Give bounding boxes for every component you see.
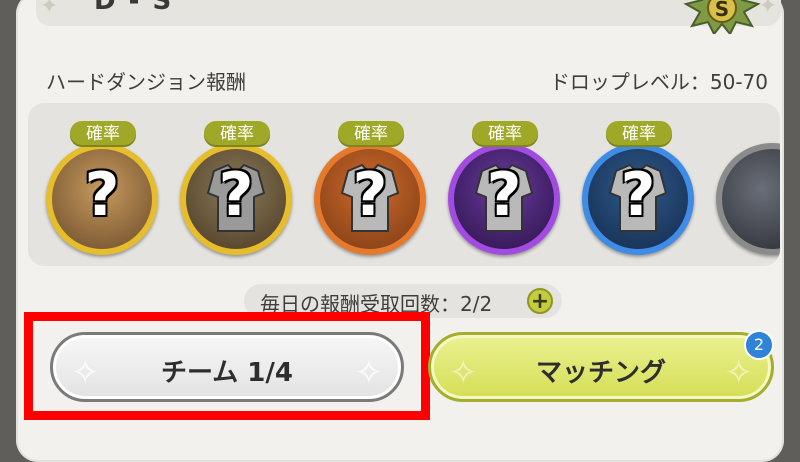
rank-range: D - S — [94, 0, 174, 16]
rank-bar: ✦ D - S ✦ — [36, 0, 781, 26]
probability-tag: 確率 — [70, 121, 136, 147]
probability-tag: 確率 — [472, 121, 538, 147]
probability-tag: 確率 — [204, 121, 270, 147]
reward-item[interactable]: ? 確率 — [580, 121, 700, 255]
unknown-question-icon: ? — [352, 159, 388, 230]
matching-button-label: マッチング — [535, 358, 666, 388]
reward-item[interactable]: ? 確率 — [312, 121, 432, 255]
reward-list: ? 確率 ? 確率 ? 確率 ? 確率 ? 確率 — [28, 103, 780, 266]
probability-tag: 確率 — [606, 121, 672, 147]
rank-badge-letter: S — [715, 0, 729, 21]
rank-s-badge-icon: S — [683, 0, 761, 34]
reward-item[interactable]: ? 確率 — [446, 121, 566, 255]
reward-item-frame: ? — [46, 143, 158, 255]
matching-button[interactable]: ✧ マッチング ✧ — [428, 332, 774, 402]
probability-tag: 確率 — [338, 121, 404, 147]
unknown-question-icon: ? — [486, 159, 522, 230]
reward-item-frame: ? — [448, 143, 560, 255]
reward-item-frame — [716, 143, 780, 255]
reward-item[interactable]: ? 確率 — [178, 121, 298, 255]
add-count-button[interactable]: + — [527, 288, 553, 314]
reward-item-frame: ? — [582, 143, 694, 255]
reward-item[interactable]: ? 確率 — [44, 121, 164, 255]
reward-item-partial[interactable] — [714, 135, 780, 255]
unknown-question-icon: ? — [84, 159, 120, 230]
reward-item-frame: ? — [180, 143, 292, 255]
reward-item-frame: ? — [314, 143, 426, 255]
notification-badge: 2 — [744, 330, 774, 360]
unknown-question-icon: ? — [218, 159, 254, 230]
unknown-question-icon: ? — [620, 159, 656, 230]
corner-star-icon: ✦ — [40, 0, 59, 19]
drop-level: ドロップレベル：50-70 — [549, 70, 768, 94]
decor-right-icon: ✧ — [724, 353, 754, 393]
reward-title: ハードダンジョン報酬 — [46, 70, 246, 94]
highlight-box — [24, 312, 430, 420]
crystal-item-icon — [722, 149, 780, 249]
